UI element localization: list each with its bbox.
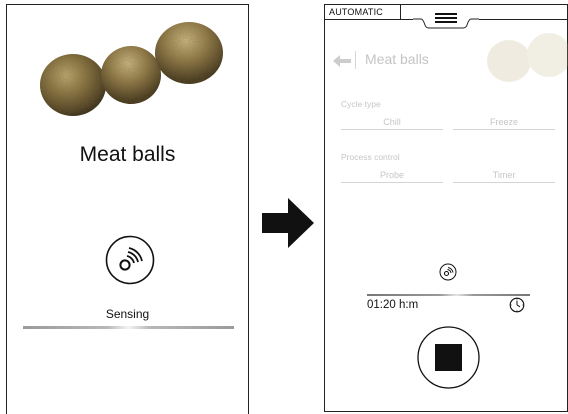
sensing-progress-bar (23, 326, 234, 329)
time-display: 01:20 h:m (367, 299, 419, 311)
process-option-probe[interactable]: Probe (341, 170, 443, 183)
cycle-option-chill[interactable]: Chill (341, 117, 443, 130)
sensing-label: Sensing (105, 307, 150, 321)
automatic-cycle-screen: AUTOMATIC Meat balls Cycle type Chill Fr… (324, 4, 568, 412)
meatballs-image (487, 33, 568, 82)
time-progress-bar (367, 294, 530, 296)
product-title: Meat balls (365, 51, 429, 67)
mode-tab[interactable]: AUTOMATIC (325, 5, 401, 20)
progress-icon (439, 263, 457, 281)
header-divider (401, 19, 413, 20)
right-arrow-icon (262, 198, 314, 248)
title-separator (355, 51, 356, 69)
process-option-timer[interactable]: Timer (453, 170, 555, 183)
hamburger-icon[interactable] (413, 5, 479, 29)
clock-icon[interactable] (509, 297, 525, 313)
sensing-icon[interactable] (105, 235, 155, 285)
stop-button[interactable] (417, 326, 480, 389)
product-title: Meat balls (79, 143, 176, 166)
meatballs-image (40, 22, 223, 116)
process-control-label: Process control (341, 152, 400, 162)
stop-icon (435, 344, 462, 371)
cycle-type-label: Cycle type (341, 99, 381, 109)
back-arrow-icon[interactable] (333, 55, 351, 67)
header-divider (479, 19, 567, 20)
sensing-screen: Meat balls Sensing (6, 4, 249, 414)
cycle-option-freeze[interactable]: Freeze (453, 117, 555, 130)
